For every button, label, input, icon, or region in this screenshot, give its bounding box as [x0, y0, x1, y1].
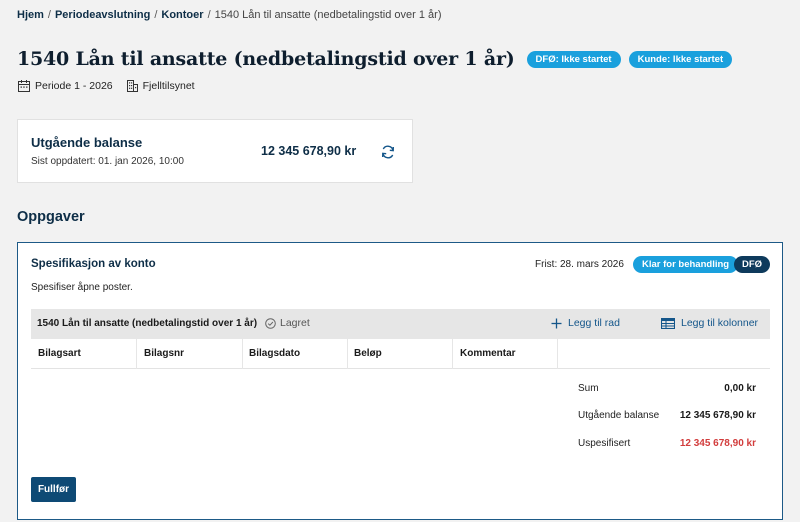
breadcrumb-current: 1540 Lån til ansatte (nedbetalingstid ov… [214, 9, 442, 21]
closing-balance-label: Utgående balanse [578, 410, 660, 421]
calendar-icon [18, 80, 30, 92]
unspecified-value: 12 345 678,90 kr [679, 438, 756, 449]
column-header-belop: Beløp [354, 348, 382, 359]
column-header-bilagsart: Bilagsart [38, 348, 81, 359]
task-description: Spesifiser åpne poster. [31, 282, 133, 293]
table-column-headers: Bilagsart Bilagsnr Bilagsdato Beløp Komm… [31, 339, 770, 369]
unspecified-label: Uspesifisert [578, 438, 631, 449]
breadcrumb-kontoer[interactable]: Kontoer [161, 9, 203, 21]
breadcrumb-separator: / [154, 9, 158, 21]
period-text: Periode 1 - 2026 [35, 80, 113, 92]
page-title: 1540 Lån til ansatte (nedbetalingstid ov… [17, 48, 515, 70]
column-divider [347, 339, 348, 369]
plus-icon [551, 318, 562, 328]
add-columns-label: Legg til kolonner [681, 317, 759, 329]
check-circle-icon [265, 317, 276, 329]
column-header-bilagsdato: Bilagsdato [249, 348, 301, 359]
task-title: Spesifikasjon av konto [31, 258, 156, 270]
task-card: Spesifikasjon av konto Spesifiser åpne p… [17, 242, 783, 520]
balance-card: Utgående balanse Sist oppdatert: 01. jan… [17, 119, 413, 183]
meta-row: Periode 1 - 2026 Fjelltilsynet [18, 80, 208, 92]
column-divider [136, 339, 137, 369]
tasks-heading: Oppgaver [17, 209, 85, 225]
saved-indicator: Lagret [265, 317, 310, 329]
organization-meta: Fjelltilsynet [126, 80, 195, 92]
breadcrumb-periodeavslutning[interactable]: Periodeavslutning [55, 9, 150, 21]
task-deadline: Frist: 28. mars 2026 [535, 259, 624, 270]
column-divider [557, 339, 558, 369]
balance-updated: Sist oppdatert: 01. jan 2026, 10:00 [31, 156, 184, 167]
closing-balance-value: 12 345 678,90 kr [679, 410, 756, 421]
column-header-bilagsnr: Bilagsnr [144, 348, 185, 359]
breadcrumb: Hjem / Periodeavslutning / Kontoer/1540 Lån … [17, 9, 442, 21]
title-row: 1540 Lån til ansatte (nedbetalingstid ov… [17, 48, 733, 70]
dfo-status-badge: DFØ: Ikke startet [526, 50, 621, 68]
column-divider [242, 339, 243, 369]
table-name: 1540 Lån til ansatte (nedbetalingstid ov… [37, 318, 258, 329]
organization-text: Fjelltilsynet [142, 80, 195, 92]
table-columns-icon [661, 317, 675, 329]
add-row-button[interactable]: Legg til rad [551, 317, 620, 329]
customer-status-badge: Kunde: Ikke startet [628, 50, 733, 68]
column-header-kommentar: Kommentar [460, 348, 516, 359]
refresh-button[interactable] [380, 144, 396, 160]
saved-text: Lagret [280, 317, 310, 329]
building-icon [126, 80, 138, 92]
sum-value: 0,00 kr [724, 383, 756, 394]
finish-button[interactable]: Fullfør [31, 477, 76, 502]
add-columns-button[interactable]: Legg til kolonner [661, 317, 758, 329]
task-status-badge: Klar for behandling [633, 256, 739, 273]
sum-label: Sum [578, 383, 599, 394]
column-divider [452, 339, 453, 369]
breadcrumb-separator: / [47, 9, 51, 21]
task-owner-badge: DFØ [734, 256, 771, 273]
refresh-icon [382, 145, 394, 159]
table-toolbar: 1540 Lån til ansatte (nedbetalingstid ov… [31, 309, 770, 339]
balance-amount: 12 345 678,90 kr [261, 144, 357, 158]
period-meta: Periode 1 - 2026 [18, 80, 113, 92]
balance-title: Utgående balanse [31, 135, 143, 150]
add-row-label: Legg til rad [568, 317, 620, 329]
breadcrumb-separator: / [207, 9, 211, 21]
breadcrumb-home[interactable]: Hjem [17, 9, 44, 21]
